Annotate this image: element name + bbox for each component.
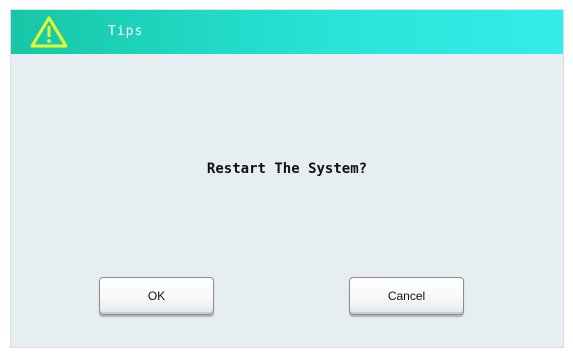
- dialog-titlebar: Tips: [11, 10, 563, 54]
- restart-dialog: Tips Restart The System? OK Cancel: [11, 10, 563, 347]
- cancel-button[interactable]: Cancel: [349, 277, 464, 315]
- dialog-message: Restart The System?: [206, 161, 368, 177]
- ok-button[interactable]: OK: [99, 277, 214, 315]
- dialog-title: Tips: [108, 24, 144, 39]
- warning-icon: [30, 16, 68, 48]
